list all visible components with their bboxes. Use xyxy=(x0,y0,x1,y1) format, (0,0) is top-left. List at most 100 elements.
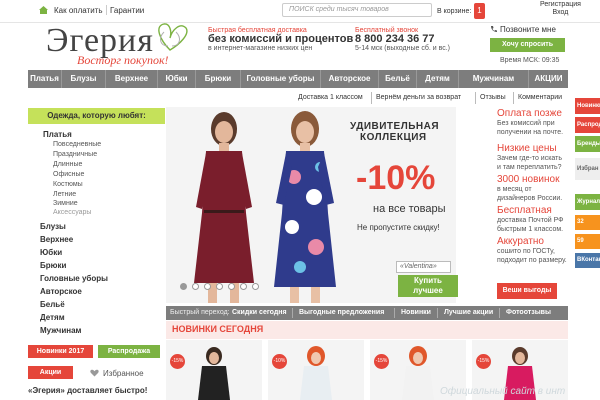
quick-nav-item[interactable]: Фотоотзывы xyxy=(506,306,551,320)
edge-tab[interactable]: 59 xyxy=(575,234,600,249)
buy-best-button[interactable]: Купить лучшее xyxy=(398,275,458,297)
edge-tab[interactable]: ВКонтакте xyxy=(575,253,600,268)
banner-dont-miss: Не пропустите скидку! xyxy=(357,223,440,232)
home-icon[interactable] xyxy=(38,5,49,15)
benefit-text: дизайнеров России. xyxy=(497,195,563,202)
cart-count-badge[interactable]: 1 xyxy=(474,3,485,19)
sidebar-subitem[interactable]: Зимние xyxy=(53,200,78,207)
edge-tab[interactable]: Новинки xyxy=(575,98,600,114)
divider xyxy=(106,5,107,15)
favorites-link[interactable]: Избранное xyxy=(103,369,144,378)
sidebar-subitem[interactable]: Аксессуары xyxy=(53,209,91,216)
quick-nav-item[interactable]: Скидки сегодня xyxy=(232,306,287,320)
edge-tab[interactable]: Журнал xyxy=(575,194,600,210)
sidebar-item[interactable]: Головные уборы xyxy=(40,274,108,283)
nav-item[interactable]: Брюки xyxy=(196,70,241,88)
sidebar-subitem[interactable]: Повседневные xyxy=(53,141,101,148)
divider xyxy=(371,92,372,104)
call-me-link[interactable]: Позвоните мне xyxy=(500,25,556,34)
subnav-item[interactable]: Отзывы xyxy=(480,94,506,101)
sidebar-item[interactable]: Верхнее xyxy=(40,235,73,244)
sidebar-item[interactable]: Блузы xyxy=(40,222,66,231)
call-hours: 5-14 мск (выходные сб. и вс.) xyxy=(355,45,451,52)
nav-item[interactable]: Платья xyxy=(28,70,62,88)
delivery-line-2: без комиссий и процентов xyxy=(208,33,354,45)
discount-badge: -10% xyxy=(272,354,287,369)
hero-banner[interactable]: УДИВИТЕЛЬНАЯ КОЛЛЕКЦИЯ -10% на все товар… xyxy=(166,107,456,303)
guarantee-link[interactable]: Гарантии xyxy=(110,6,144,15)
sidebar-item[interactable]: Мужчинам xyxy=(40,326,81,335)
register-link[interactable]: Регистрация xyxy=(540,1,581,9)
sidebar-subitem[interactable]: Офисные xyxy=(53,171,84,178)
subnav-item[interactable]: Доставка 1 классом xyxy=(298,94,363,101)
slogan: Восторг покупок! xyxy=(77,53,169,67)
carousel-dot[interactable] xyxy=(192,283,199,290)
sidebar-subitem[interactable]: Летние xyxy=(53,191,76,198)
phone-number[interactable]: 8 800 234 36 77 xyxy=(355,34,450,45)
watermark-text: Официальный сайт в инт xyxy=(440,386,566,397)
sidebar-item[interactable]: Бельё xyxy=(40,300,65,309)
product-image xyxy=(300,346,332,400)
edge-tab[interactable]: 32 xyxy=(575,215,600,230)
delivery-info: Быстрая бесплатная доставка без комиссий… xyxy=(208,26,353,53)
sidebar-item-dresses[interactable]: Платья xyxy=(43,130,72,139)
nav-item[interactable]: Верхнее xyxy=(106,70,158,88)
sidebar-item[interactable]: Авторское xyxy=(40,287,82,296)
nav-item[interactable]: Юбки xyxy=(158,70,196,88)
benefits-column: Оплата позже Без комиссий при получении … xyxy=(497,108,572,265)
nav-item[interactable]: Мужчинам xyxy=(459,70,529,88)
product-card[interactable]: -15% xyxy=(166,340,262,400)
msk-time: Время МСК: 09:35 xyxy=(500,57,560,64)
sidebar-item[interactable]: Детям xyxy=(40,313,65,322)
benefits-button[interactable]: Веши выгоды xyxy=(497,283,557,299)
nav-item-sales[interactable]: АКЦИИ xyxy=(529,70,568,88)
sidebar-item[interactable]: Юбки xyxy=(40,248,62,257)
sidebar-item[interactable]: Брюки xyxy=(40,261,66,270)
search-input[interactable]: ПОИСК среди тысяч товаров xyxy=(282,3,432,17)
brand-search-field[interactable]: «Valentina» xyxy=(396,261,451,273)
promo-text: «Эгерия» доставляет быстро! xyxy=(28,386,147,395)
benefit-text: и там переплатить? xyxy=(497,164,562,171)
sale-button[interactable]: Распродажа xyxy=(98,345,160,358)
carousel-dot[interactable] xyxy=(180,283,187,290)
edge-tab[interactable]: Избран xyxy=(575,158,600,180)
edge-tab[interactable]: Распрод xyxy=(575,117,600,133)
carousel-dot[interactable] xyxy=(216,283,223,290)
benefit-title: Оплата позже xyxy=(497,108,562,119)
buy-line-1: Купить xyxy=(414,276,442,285)
delivery-line-3: в интернет-магазине низких цен xyxy=(208,45,313,52)
cart-label[interactable]: В корзине: xyxy=(437,8,471,15)
sidebar-subitem[interactable]: Праздничные xyxy=(53,151,97,158)
quick-nav-item[interactable]: Лучшие акции xyxy=(444,306,493,320)
new-arrivals-header: НОВИНКИ СЕГОДНЯ xyxy=(166,321,568,339)
quick-nav-item[interactable]: Новинки xyxy=(401,306,431,320)
carousel-dot[interactable] xyxy=(228,283,235,290)
banner-discount: -10% xyxy=(356,159,436,197)
carousel-dot[interactable] xyxy=(204,283,211,290)
sidebar-subitem[interactable]: Длинные xyxy=(53,161,82,168)
quick-nav-label: Быстрый переход: xyxy=(170,309,230,316)
nav-item[interactable]: Детям xyxy=(417,70,459,88)
benefit-text: Без комиссий при xyxy=(497,120,555,127)
new-2017-button[interactable]: Новинки 2017 xyxy=(28,345,93,358)
nav-item[interactable]: Блузы xyxy=(62,70,106,88)
sidebar-subitem[interactable]: Костюмы xyxy=(53,181,83,188)
subnav-item[interactable]: Комментарии xyxy=(518,94,562,101)
benefit-text: сошито по ГОСТу, xyxy=(497,248,555,255)
nav-item[interactable]: Авторское xyxy=(321,70,379,88)
login-link[interactable]: Вход xyxy=(540,9,581,17)
ask-question-button[interactable]: Хочу спросить xyxy=(490,38,565,52)
product-card[interactable]: -10% xyxy=(268,340,364,400)
carousel-dot[interactable] xyxy=(252,283,259,290)
actions-button[interactable]: Акции xyxy=(28,366,73,379)
phone-icon xyxy=(491,26,497,32)
subnav-item[interactable]: Вернём деньги за возврат xyxy=(376,94,461,101)
nav-item[interactable]: Бельё xyxy=(379,70,417,88)
quick-nav-item[interactable]: Выгодные предложения xyxy=(299,306,384,320)
model-floral-dress-image xyxy=(274,111,336,303)
how-to-pay-link[interactable]: Как оплатить xyxy=(54,6,103,15)
banner-heading-1: УДИВИТЕЛЬНАЯ xyxy=(350,121,440,132)
carousel-dot[interactable] xyxy=(240,283,247,290)
edge-tab[interactable]: Бренды xyxy=(575,136,600,152)
nav-item[interactable]: Головные уборы xyxy=(241,70,321,88)
